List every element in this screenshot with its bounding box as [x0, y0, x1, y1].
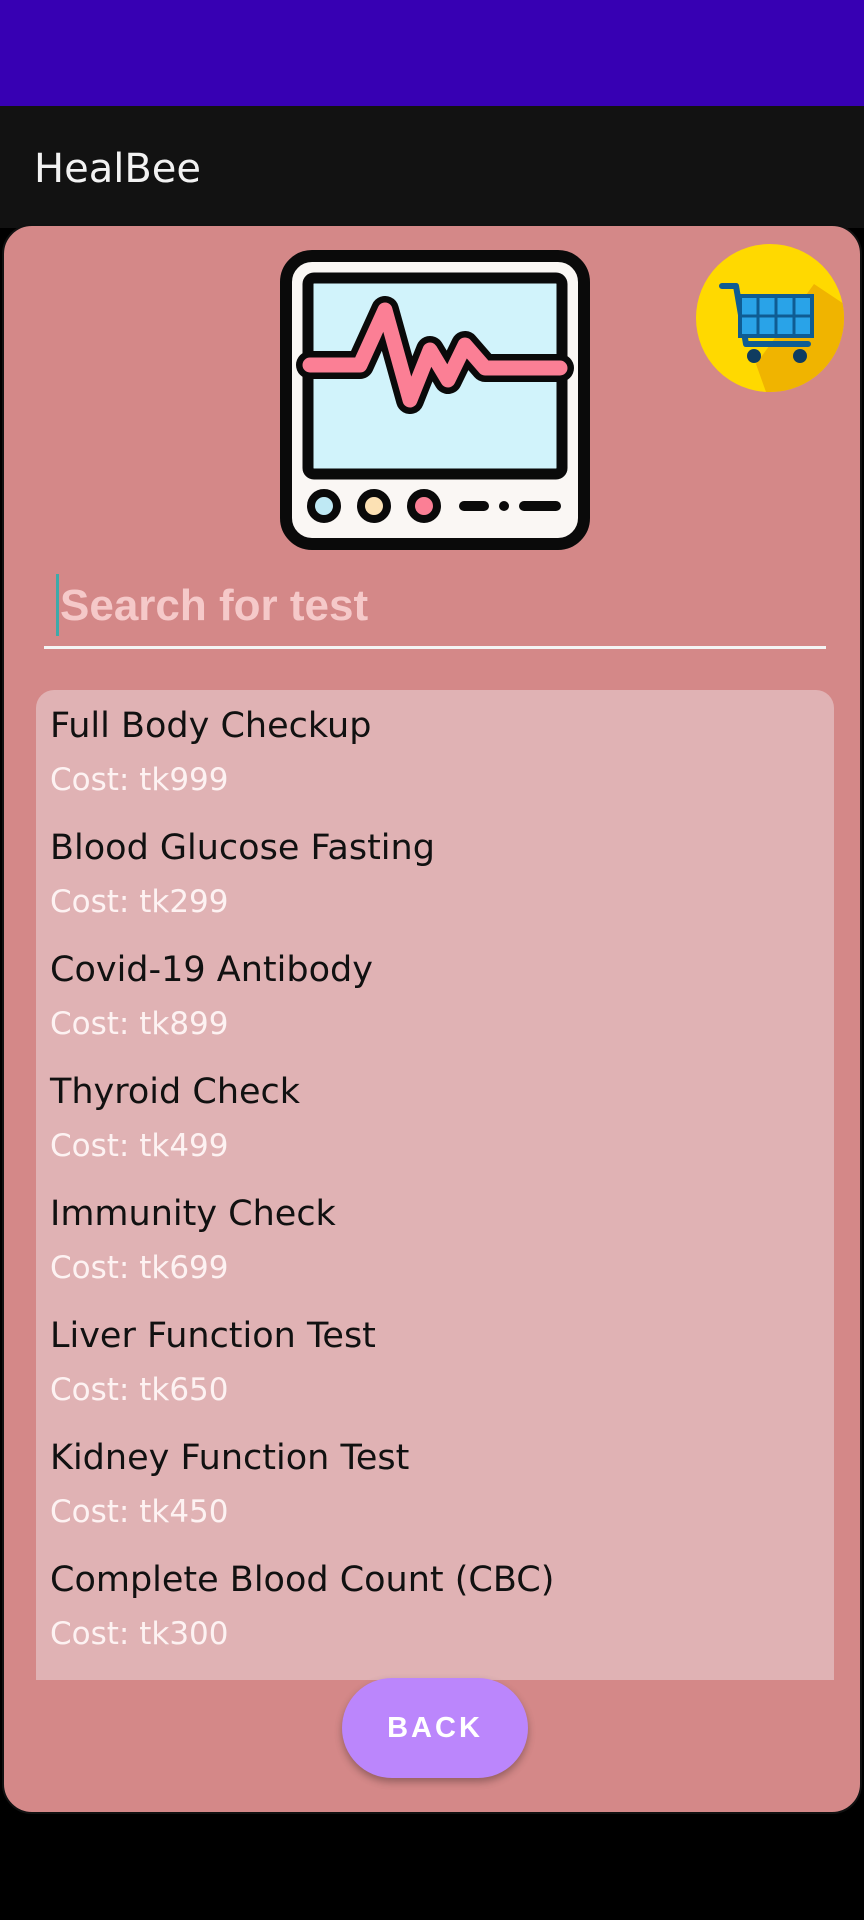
test-name: Thyroid Check	[50, 1072, 301, 1112]
test-cost: Cost: tk499	[50, 1128, 229, 1164]
test-cost: Cost: tk650	[50, 1372, 229, 1408]
back-button[interactable]: BACK	[342, 1678, 528, 1778]
cart-button[interactable]	[696, 244, 844, 392]
test-name: Blood Glucose Fasting	[50, 828, 435, 868]
test-cost: Cost: tk899	[50, 1006, 229, 1042]
test-cost: Cost: tk699	[50, 1250, 229, 1286]
list-item[interactable]: Blood Glucose Fasting Cost: tk299	[50, 828, 810, 950]
test-name: Complete Blood Count (CBC)	[50, 1560, 555, 1600]
app-title: HealBee	[34, 146, 201, 192]
list-item[interactable]: Kidney Function Test Cost: tk450	[50, 1438, 810, 1560]
navigation-bar	[0, 1818, 864, 1920]
test-cost: Cost: tk299	[50, 884, 229, 920]
list-item[interactable]: Liver Function Test Cost: tk650	[50, 1316, 810, 1438]
test-cost: Cost: tk450	[50, 1494, 229, 1530]
test-cost: Cost: tk300	[50, 1616, 229, 1652]
test-name: Full Body Checkup	[50, 706, 372, 746]
test-name: Liver Function Test	[50, 1316, 376, 1356]
list-item[interactable]: Thyroid Check Cost: tk499	[50, 1072, 810, 1194]
list-item[interactable]: Full Body Checkup Cost: tk999	[50, 706, 810, 828]
heart-monitor-icon	[280, 250, 590, 550]
search-input[interactable]	[58, 572, 822, 640]
status-bar	[0, 0, 864, 106]
search-field[interactable]	[44, 566, 826, 649]
app-bar: HealBee	[0, 106, 864, 228]
test-list[interactable]: Full Body Checkup Cost: tk999 Blood Gluc…	[36, 690, 834, 1680]
lab-test-card: Full Body Checkup Cost: tk999 Blood Gluc…	[2, 224, 862, 1814]
test-name: Immunity Check	[50, 1194, 336, 1234]
list-item[interactable]: Complete Blood Count (CBC) Cost: tk300	[50, 1560, 810, 1680]
test-name: Covid-19 Antibody	[50, 950, 373, 990]
shopping-cart-icon	[719, 283, 844, 392]
test-name: Kidney Function Test	[50, 1438, 410, 1478]
list-item[interactable]: Covid-19 Antibody Cost: tk899	[50, 950, 810, 1072]
list-item[interactable]: Immunity Check Cost: tk699	[50, 1194, 810, 1316]
test-cost: Cost: tk999	[50, 762, 229, 798]
